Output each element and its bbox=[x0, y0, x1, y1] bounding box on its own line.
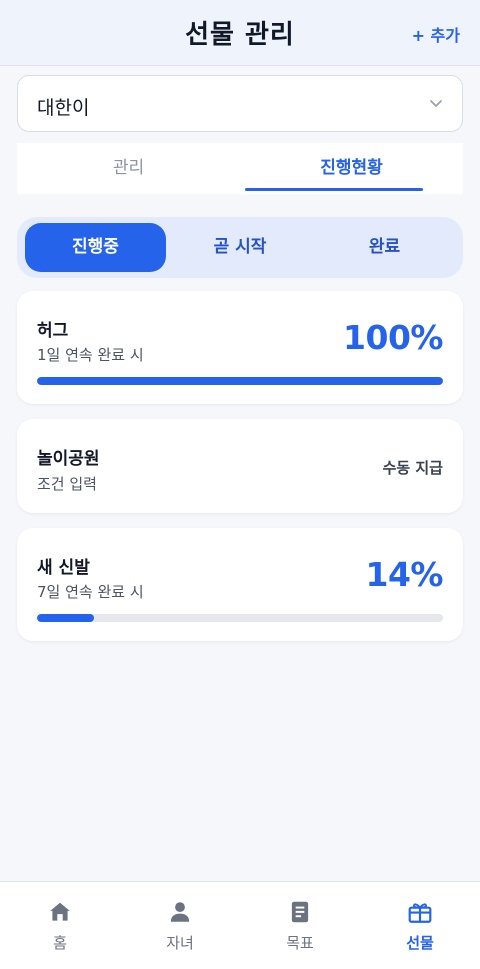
manual-payout-badge: 수동 지급 bbox=[382, 459, 443, 477]
bottom-navigation: 홈 자녀 목표 선물 bbox=[0, 881, 480, 969]
nav-home-label: 홈 bbox=[53, 934, 67, 952]
tab-manage[interactable]: 관리 bbox=[17, 143, 240, 194]
document-icon bbox=[291, 901, 309, 923]
user-icon bbox=[170, 902, 190, 922]
gift-condition: 조건 입력 bbox=[37, 475, 97, 493]
page-title: 선물 관리 bbox=[185, 20, 295, 50]
progress-bar bbox=[37, 377, 443, 385]
gift-condition: 7일 연속 완료 시 bbox=[37, 583, 144, 601]
gift-icon bbox=[408, 903, 432, 923]
add-gift-button[interactable]: + 추가 bbox=[412, 22, 460, 46]
progress-bar bbox=[37, 614, 443, 622]
gift-card[interactable]: 놀이공원 조건 입력 수동 지급 bbox=[17, 419, 463, 513]
chevron-down-icon bbox=[430, 100, 442, 107]
gift-title: 허그 bbox=[37, 321, 69, 341]
progress-bar-fill bbox=[37, 377, 443, 385]
gift-card[interactable]: 새 신발 7일 연속 완료 시 14% bbox=[17, 528, 463, 641]
child-select[interactable]: 대한이 bbox=[17, 75, 463, 132]
status-filter: 진행중 곧 시작 완료 bbox=[17, 217, 463, 278]
nav-home[interactable]: 홈 bbox=[0, 882, 120, 969]
filter-starting-soon[interactable]: 곧 시작 bbox=[166, 223, 314, 272]
child-select-value: 대한이 bbox=[37, 97, 90, 119]
nav-children[interactable]: 자녀 bbox=[120, 882, 240, 969]
home-icon bbox=[50, 902, 70, 921]
nav-children-label: 자녀 bbox=[166, 934, 194, 952]
nav-gifts-label: 선물 bbox=[406, 934, 434, 952]
nav-goals-label: 목표 bbox=[286, 934, 314, 952]
gift-title: 새 신발 bbox=[37, 558, 90, 578]
gift-progress-percent: 14% bbox=[365, 555, 444, 594]
filter-in-progress[interactable]: 진행중 bbox=[25, 223, 166, 272]
gift-progress-percent: 100% bbox=[343, 318, 443, 357]
gift-title: 놀이공원 bbox=[37, 449, 100, 469]
active-tab-indicator bbox=[245, 188, 423, 191]
tab-progress[interactable]: 진행현황 bbox=[240, 143, 463, 194]
app-header: 선물 관리 + 추가 bbox=[0, 0, 480, 66]
filter-completed[interactable]: 완료 bbox=[314, 223, 455, 272]
gift-card[interactable]: 허그 1일 연속 완료 시 100% bbox=[17, 291, 463, 404]
progress-bar-fill bbox=[37, 614, 94, 622]
nav-gifts[interactable]: 선물 bbox=[360, 882, 480, 969]
nav-goals[interactable]: 목표 bbox=[240, 882, 360, 969]
gift-condition: 1일 연속 완료 시 bbox=[37, 346, 144, 364]
view-tabs: 관리 진행현황 bbox=[17, 143, 463, 194]
